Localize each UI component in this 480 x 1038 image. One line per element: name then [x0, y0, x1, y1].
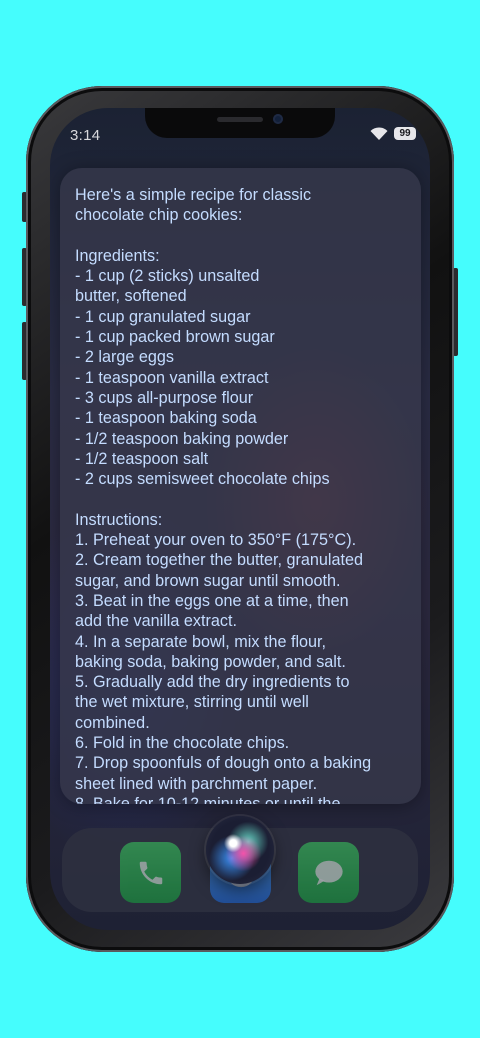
status-indicators: 99	[370, 127, 416, 140]
siri-orb-icon[interactable]	[206, 816, 274, 884]
battery-indicator: 99	[394, 127, 416, 140]
dock-app-phone[interactable]	[120, 842, 181, 903]
dock-app-messages[interactable]	[298, 842, 359, 903]
page: 3:14 99 Here's a simple recipe for class…	[0, 0, 480, 1038]
siri-response-card[interactable]: Here's a simple recipe for classic choco…	[60, 168, 421, 804]
earpiece-speaker	[217, 117, 263, 122]
status-time: 3:14	[70, 127, 101, 144]
wifi-icon	[370, 127, 388, 140]
notch	[145, 108, 335, 138]
phone-screen: 3:14 99 Here's a simple recipe for class…	[50, 108, 430, 930]
siri-response-text: Here's a simple recipe for classic choco…	[75, 186, 372, 804]
front-camera	[273, 114, 283, 124]
